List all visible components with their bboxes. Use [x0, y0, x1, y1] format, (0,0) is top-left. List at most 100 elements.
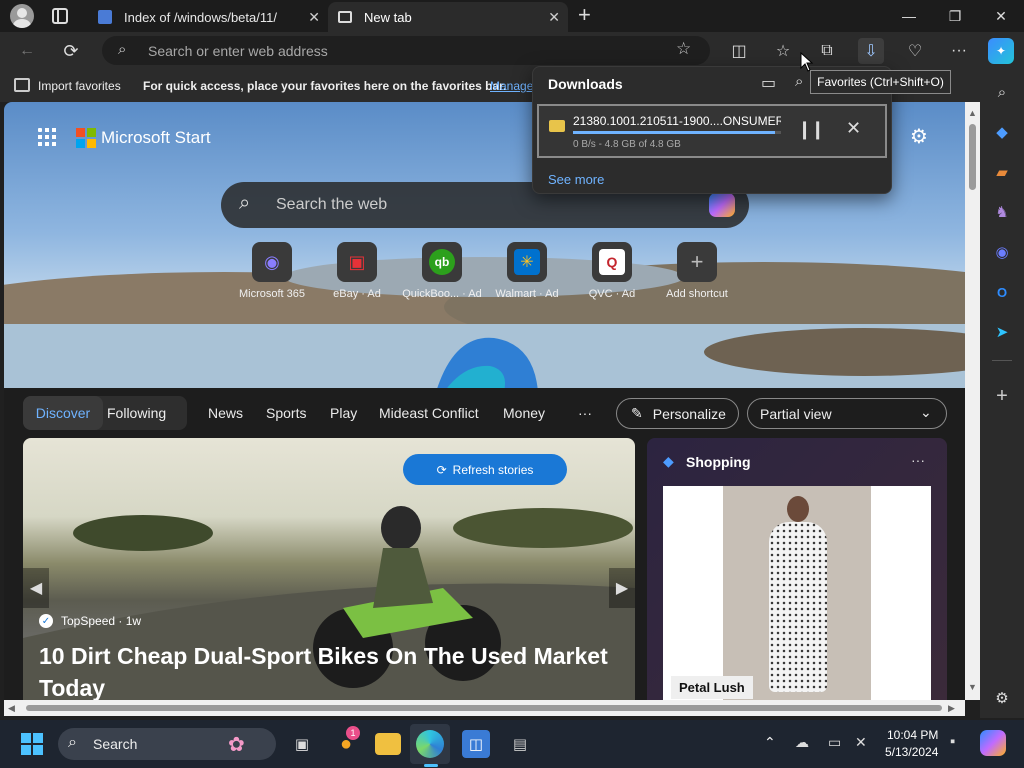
shortcut-tile[interactable]: ◉ Microsoft 365 [232, 242, 312, 308]
collections-icon[interactable]: ⧉ [814, 38, 840, 64]
volume-muted-icon[interactable]: ✕ [855, 734, 867, 751]
shortcut-tile[interactable]: Q QVC · Ad [572, 242, 652, 308]
search-icon[interactable]: ⌕ [992, 82, 1012, 102]
copilot-icon[interactable]: ✦ [988, 38, 1014, 64]
close-window-icon[interactable]: ✕ [978, 0, 1024, 32]
start-windows-icon[interactable] [21, 733, 43, 755]
send-icon[interactable]: ➤ [992, 322, 1012, 342]
refresh-stories-button[interactable]: ⟳ Refresh stories [403, 454, 567, 485]
hero-story-card[interactable]: ⟳ Refresh stories ◀ ▶ ✓ TopSpeed · 1w 10… [23, 438, 635, 700]
microsoft-365-icon[interactable]: ◉ [992, 242, 1012, 262]
shortcut-tile[interactable]: ✳ Walmart · Ad [487, 242, 567, 308]
previous-story-icon[interactable]: ◀ [23, 568, 49, 608]
page-favicon-icon [98, 10, 112, 24]
feed-tab-group: Discover Following [23, 396, 187, 430]
profile-avatar[interactable] [10, 4, 34, 28]
download-filename: 21380.1001.210511-1900....ONSUMER_( [573, 114, 781, 128]
tab-actions-icon[interactable] [52, 8, 68, 24]
story-headline[interactable]: 10 Dirt Cheap Dual-Sport Bikes On The Us… [39, 640, 629, 700]
games-icon[interactable]: ♞ [992, 202, 1012, 222]
brand-title: Microsoft Start [101, 128, 211, 147]
tab-discover[interactable]: Discover [23, 396, 103, 430]
more-menu-icon[interactable]: ··· [946, 38, 972, 64]
download-item[interactable]: 21380.1001.210511-1900....ONSUMER_( 0 B/… [537, 104, 887, 158]
tab-following[interactable]: Following [107, 405, 166, 421]
restore-icon[interactable]: ❐ [932, 0, 978, 32]
onedrive-icon[interactable]: ☁ [795, 734, 809, 751]
chevron-up-icon[interactable]: ⌃ [764, 734, 776, 751]
scroll-left-icon[interactable]: ◀ [8, 703, 15, 714]
favorites-hint: For quick access, place your favorites h… [143, 79, 507, 93]
taskbar: ⌕ Search ✿ ▣ ● 1 ◫ ▤ ⌃ ☁ ▭ ✕ 10:04 PM 5/… [0, 720, 1024, 768]
personalize-button[interactable]: ✎ Personalize [616, 398, 739, 429]
shortcut-tile[interactable]: qb QuickBoo... · Ad [402, 242, 482, 308]
clock-date[interactable]: 5/13/2024 [885, 745, 938, 759]
scroll-up-icon[interactable]: ▲ [968, 108, 977, 118]
settings-gear-icon[interactable]: ⚙ [992, 688, 1012, 708]
page-settings-gear-icon[interactable]: ⚙ [910, 124, 928, 149]
close-tab-icon[interactable]: ✕ [308, 9, 320, 26]
horizontal-scrollbar[interactable]: ◀ ▶ [4, 700, 965, 716]
browser-essentials-icon[interactable]: ♡ [902, 38, 928, 64]
shopping-tag-icon[interactable]: ◆ [992, 122, 1012, 142]
notifications-icon[interactable]: ▪ [950, 733, 955, 750]
open-folder-icon[interactable]: ▭ [761, 73, 776, 93]
store-icon[interactable]: ◫ [462, 730, 490, 758]
manage-favorites-link[interactable]: Manage [490, 79, 533, 93]
copilot-icon[interactable] [709, 193, 735, 217]
downloads-icon[interactable]: ⇩ [858, 38, 884, 64]
nav-sports[interactable]: Sports [266, 405, 306, 421]
app-launcher-icon[interactable] [38, 128, 56, 146]
shortcut-tile[interactable]: + Add shortcut [657, 242, 737, 308]
view-select[interactable]: Partial view ⌄ [747, 398, 947, 429]
next-story-icon[interactable]: ▶ [609, 568, 635, 608]
split-screen-icon[interactable]: ◫ [726, 38, 752, 64]
pause-icon[interactable]: ❙❙ [797, 119, 825, 140]
display-icon[interactable]: ▭ [828, 734, 841, 751]
shopping-more-icon[interactable]: ··· [911, 452, 925, 468]
scrollbar-thumb[interactable] [969, 124, 976, 190]
back-arrow-icon[interactable]: ← [14, 38, 40, 64]
microsoft-365-icon: ◉ [252, 242, 292, 282]
quickbooks-icon: qb [422, 242, 462, 282]
minimize-icon[interactable]: — [886, 0, 932, 32]
shortcut-tile[interactable]: ▣ eBay · Ad [317, 242, 397, 308]
nav-play[interactable]: Play [330, 405, 357, 421]
vertical-scrollbar[interactable]: ▲ ▼ [965, 102, 980, 700]
task-view-icon[interactable]: ▣ [288, 730, 316, 758]
cancel-download-icon[interactable]: ✕ [846, 118, 861, 139]
new-tab-plus-icon[interactable]: + [578, 4, 591, 26]
scrollbar-thumb[interactable] [26, 705, 942, 711]
import-favorites-icon [14, 78, 30, 92]
add-favorite-star-icon[interactable]: ☆ [676, 39, 691, 59]
tab-new-tab[interactable]: New tab ✕ [328, 2, 568, 32]
search-downloads-icon[interactable]: ⌕ [795, 73, 803, 90]
edge-browser-icon[interactable] [416, 730, 444, 758]
scroll-right-icon[interactable]: ▶ [948, 703, 955, 714]
copilot-preview-icon[interactable] [980, 730, 1006, 756]
more-nav-icon[interactable]: ··· [578, 405, 592, 421]
clock-time[interactable]: 10:04 PM [887, 728, 938, 742]
scroll-down-icon[interactable]: ▼ [968, 682, 977, 692]
file-explorer-icon[interactable] [375, 733, 401, 755]
installer-app-icon[interactable]: ▤ [506, 730, 534, 758]
fruit-app-icon[interactable]: ● 1 [332, 726, 360, 758]
see-more-link[interactable]: See more [548, 172, 604, 187]
search-icon: ⌕ [239, 192, 251, 214]
sidebar: ⌕ ◆ ▰ ♞ ◉ O ➤ + ⚙ [980, 70, 1024, 718]
nav-news[interactable]: News [208, 405, 243, 421]
taskbar-search-box[interactable]: ⌕ Search ✿ [58, 728, 276, 760]
nav-money[interactable]: Money [503, 405, 545, 421]
tab-index-of-windows[interactable]: Index of /windows/beta/11/ ✕ [88, 2, 328, 32]
outlook-icon[interactable]: O [992, 282, 1012, 302]
import-favorites-link[interactable]: Import favorites [38, 79, 121, 93]
plus-icon: + [677, 242, 717, 282]
tools-icon[interactable]: ▰ [992, 162, 1012, 182]
add-icon[interactable]: + [992, 385, 1012, 407]
favorites-icon[interactable]: ☆ [770, 38, 796, 64]
close-tab-icon[interactable]: ✕ [548, 9, 560, 26]
refresh-icon[interactable]: ⟳ [58, 38, 84, 64]
nav-mideast-conflict[interactable]: Mideast Conflict [379, 405, 479, 421]
address-bar[interactable]: ⌕ Search or enter web address ☆ [102, 36, 710, 65]
product-card[interactable]: Petal Lush [663, 486, 931, 700]
